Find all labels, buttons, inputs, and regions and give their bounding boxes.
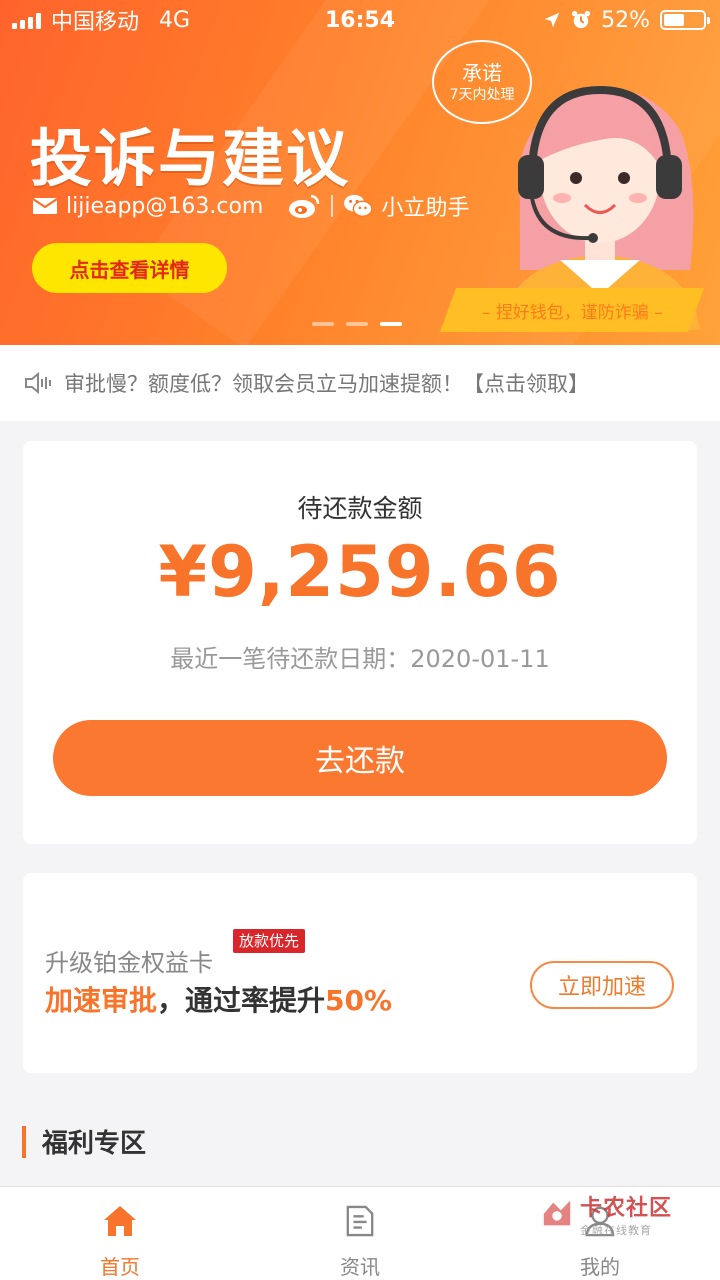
repayment-card: 待还款金额 ¥9,259.66 最近一笔待还款日期：2020-01-11 去还款 [23, 441, 697, 844]
upgrade-description: 加速审批，通过率提升50% [45, 979, 392, 1019]
mail-icon [32, 198, 58, 214]
upgrade-desc-middle: ，通过率提升 [157, 984, 326, 1017]
slogan-text: – 捏好钱包，谨防诈骗 – [481, 302, 663, 323]
due-amount-label: 待还款金额 [297, 494, 423, 523]
battery-percent: 52% [601, 7, 650, 33]
slogan-strip: – 捏好钱包，谨防诈骗 – [439, 288, 705, 332]
battery-icon [660, 10, 710, 30]
tab-profile-label: 我的 [580, 1255, 620, 1279]
due-amount-value: ¥9,259.66 [158, 531, 562, 613]
upgrade-desc-accent: 加速审批 [45, 984, 158, 1017]
carousel-dot-active [380, 322, 402, 326]
banner-carousel[interactable]: 投诉与建议 lijieapp@163.com 小立助手 点击查看详情 承诺 7天… [0, 0, 720, 345]
speaker-icon [25, 371, 51, 395]
accelerate-button[interactable]: 立即加速 [530, 961, 674, 1009]
location-arrow-icon [544, 12, 560, 28]
watermark-logo-icon [543, 1200, 571, 1226]
carousel-indicator [312, 322, 402, 326]
watermark-main-text: 卡农社区 [580, 1196, 673, 1221]
due-date-text: 最近一笔待还款日期：2020-01-11 [170, 645, 550, 673]
watermark: 卡农社区 金融在线教育 [540, 1190, 672, 1238]
upgrade-desc-percent: 50% [325, 984, 393, 1017]
welfare-section-header: 福利专区 [22, 1123, 146, 1160]
welfare-title: 福利专区 [42, 1129, 147, 1159]
banner-wechat-name: 小立助手 [381, 196, 470, 221]
wechat-icon [344, 194, 373, 217]
tab-home-label: 首页 [100, 1255, 140, 1279]
tab-news-label: 资讯 [340, 1255, 380, 1279]
view-details-button[interactable]: 点击查看详情 [32, 243, 227, 293]
banner-email: lijieapp@163.com [66, 193, 264, 219]
tab-home[interactable]: 首页 [0, 1187, 240, 1280]
signal-icon [12, 11, 41, 29]
section-accent-bar [22, 1125, 26, 1158]
alarm-icon [572, 10, 591, 29]
network-type: 4G [159, 7, 191, 33]
notice-bar[interactable]: 审批慢？额度低？领取会员立马加速提额！【点击领取】 [0, 345, 720, 421]
home-icon [104, 1206, 136, 1236]
upgrade-card[interactable]: 升级铂金权益卡 放款优先 加速审批，通过率提升50% 立即加速 [23, 873, 697, 1073]
contact-divider [331, 195, 334, 217]
carousel-dot [312, 322, 334, 326]
banner-contact-row: lijieapp@163.com 小立助手 [32, 190, 469, 222]
status-bar: 中国移动 4G 16:54 52% [0, 0, 720, 40]
carrier-name: 中国移动 [51, 10, 140, 35]
weibo-icon [289, 194, 320, 218]
tab-news[interactable]: 资讯 [240, 1187, 480, 1280]
watermark-sub-text: 金融在线教育 [580, 1224, 652, 1237]
priority-badge: 放款优先 [233, 929, 306, 953]
upgrade-title: 升级铂金权益卡 [45, 949, 213, 977]
repay-button[interactable]: 去还款 [53, 720, 667, 796]
banner-title: 投诉与建议 [30, 122, 351, 195]
notice-text[interactable]: 审批慢？额度低？领取会员立马加速提额！【点击领取】 [64, 368, 589, 398]
news-icon [346, 1205, 374, 1237]
carousel-dot [346, 322, 368, 326]
